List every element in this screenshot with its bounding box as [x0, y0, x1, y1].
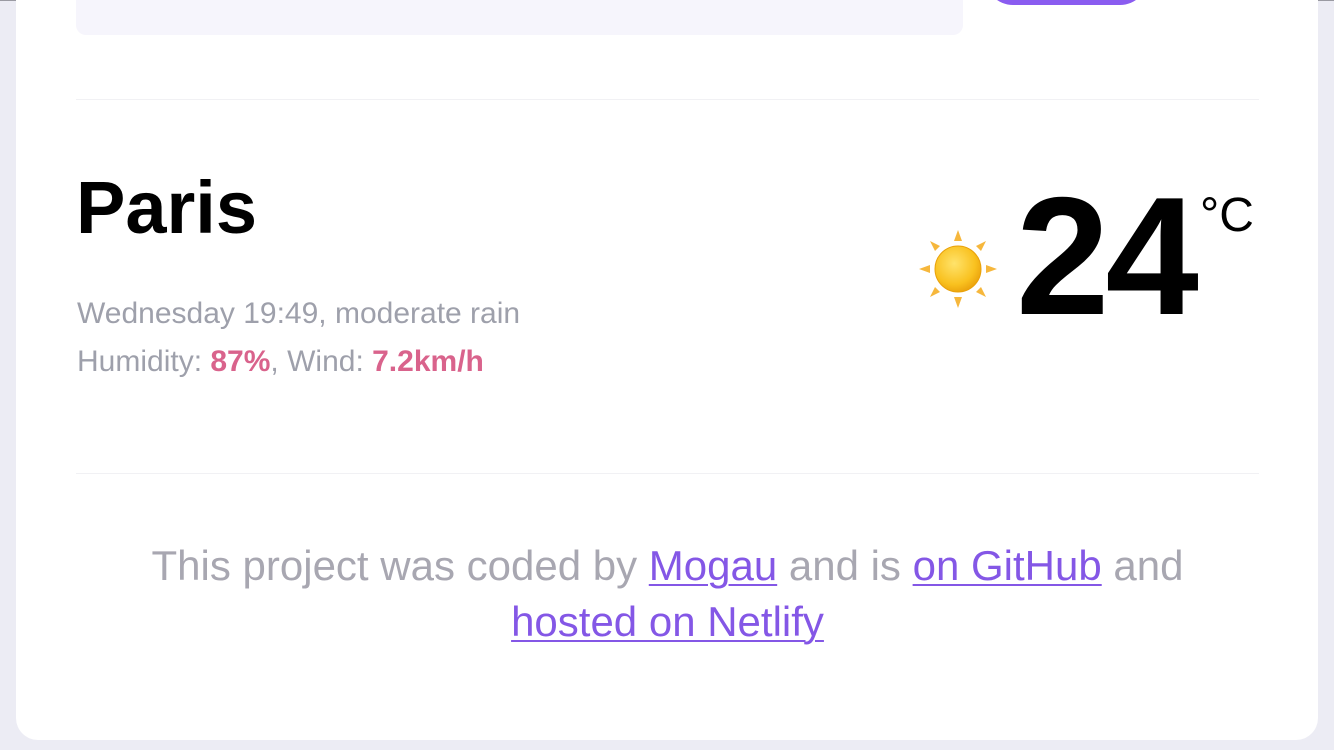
search-button[interactable] [985, 0, 1148, 5]
footer-text-1: This project was coded by [151, 542, 638, 589]
day-time: Wednesday 19:49 [77, 297, 319, 330]
bottom-divider [76, 473, 1259, 474]
netlify-link[interactable]: hosted on Netlify [511, 598, 824, 645]
humidity-value: 87% [210, 345, 271, 378]
humidity-label: Humidity: [77, 345, 203, 378]
author-link[interactable]: Mogau [649, 542, 777, 589]
footer-text-3: and [1113, 542, 1184, 589]
wind-value: 7.2km/h [372, 345, 484, 378]
wind-label: Wind: [287, 345, 364, 378]
temperature-unit[interactable]: °C [1200, 190, 1254, 242]
weather-details: Wednesday 19:49, moderate rain Humidity:… [77, 290, 520, 386]
humidity-wind-line: Humidity: 87%, Wind: 7.2km/h [77, 345, 484, 378]
city-name: Paris [76, 166, 258, 249]
search-input[interactable] [76, 0, 963, 35]
top-divider [76, 99, 1259, 100]
weather-description: moderate rain [334, 297, 521, 330]
footer-credits: This project was coded by Mogau and is o… [76, 538, 1259, 650]
sun-icon [919, 230, 997, 308]
date-description-line: Wednesday 19:49, moderate rain [77, 297, 521, 330]
temperature-value: 24 [1016, 162, 1199, 350]
github-link[interactable]: on GitHub [913, 542, 1102, 589]
footer-text-2: and is [788, 542, 901, 589]
